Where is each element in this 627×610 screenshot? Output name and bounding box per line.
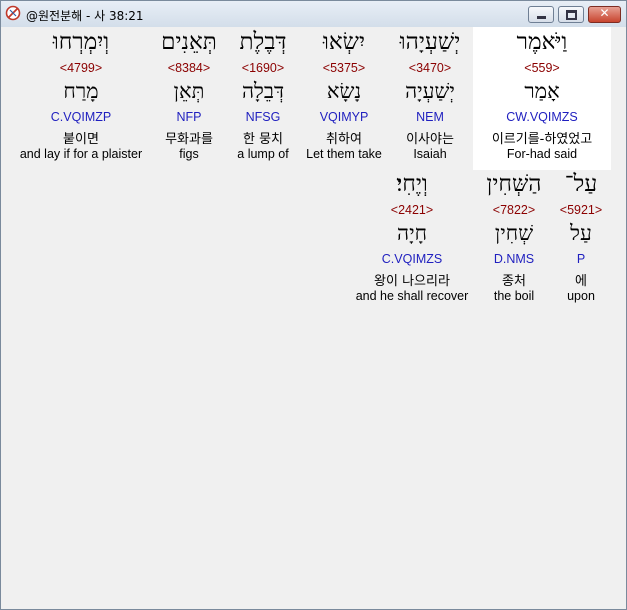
title-bar[interactable]: @원전분해 - 사 38:21 ✕ (1, 1, 626, 28)
strong-number[interactable]: <2421> (351, 203, 473, 217)
english-gloss: upon (567, 289, 595, 303)
word-block[interactable]: הַשְּׁחִין <7822> שְׁחִין D.NMS 종처 the b… (475, 169, 553, 312)
strong-number[interactable]: <8384> (153, 61, 225, 75)
close-icon: ✕ (599, 6, 610, 20)
lemma: נָשָׂא (326, 79, 362, 103)
parsing-code: P (576, 252, 586, 266)
word-block[interactable]: וַיֹּאמֶר <559> אָמַר CW.VQIMZS 이르기를-하였었… (473, 27, 611, 170)
korean-gloss: 붙이면 (63, 132, 99, 147)
lemma: מָרַח (63, 79, 99, 103)
strong-number[interactable]: <5921> (553, 203, 609, 217)
app-window: @원전분해 - 사 38:21 ✕ וַיֹּאמֶר <559> אָמַר … (0, 0, 627, 610)
parsing-code: D.NMS (493, 252, 535, 266)
strong-number[interactable]: <7822> (475, 203, 553, 217)
korean-gloss: 종처 (502, 274, 526, 289)
word-analysis-panel: וַיֹּאמֶר <559> אָמַר CW.VQIMZS 이르기를-하였었… (1, 27, 626, 609)
close-button[interactable]: ✕ (588, 6, 621, 23)
english-gloss: figs (179, 147, 199, 161)
word-block[interactable]: וְיִמְרְחוּ <4799> מָרַח C.VQIMZP 붙이면 an… (11, 27, 151, 170)
strong-number[interactable]: <3470> (387, 61, 473, 75)
lemma: דְּבֵלָה (241, 79, 285, 103)
word-block[interactable]: עַל־ <5921> עַל P 에 upon (553, 169, 609, 312)
hebrew-word: וְיֶחִי׃ (396, 171, 428, 197)
minimize-button[interactable] (528, 6, 554, 23)
word-block[interactable]: דְּבֶלֶת <1690> דְּבֵלָה NFSG 한 뭉치 a lum… (227, 27, 299, 170)
lemma: חָיָה (396, 221, 427, 245)
word-block[interactable]: תְּאֵנִים <8384> תְּאֵן NFP 무화과를 figs (153, 27, 225, 170)
word-block[interactable]: יִשְׂאוּ <5375> נָשָׂא VQIMYP 취하여 Let th… (301, 27, 387, 170)
hebrew-word: דְּבֶלֶת (239, 29, 287, 55)
english-gloss: For-had said (506, 147, 578, 161)
parsing-code: CW.VQIMZS (506, 110, 578, 124)
english-gloss: Let them take (306, 147, 382, 161)
lemma: עַל (570, 221, 592, 245)
maximize-button[interactable] (558, 6, 584, 23)
english-gloss: a lump of (237, 147, 289, 161)
parsing-code: NEM (416, 110, 444, 124)
app-logo-icon (5, 5, 21, 21)
english-gloss: the boil (493, 289, 535, 303)
korean-gloss: 이사야는 (406, 132, 454, 147)
word-block[interactable]: יְשַׁעְיָהוּ <3470> יְשַׁעְיָה NEM 이사야는 … (387, 27, 473, 170)
lemma: יְשַׁעְיָה (405, 79, 455, 103)
word-block[interactable]: וְיֶחִי׃ <2421> חָיָה C.VQIMZS 왕이 나으리라 a… (351, 169, 473, 312)
strong-number[interactable]: <559> (473, 61, 611, 75)
window-title: @원전분해 - 사 38:21 (26, 9, 144, 23)
parsing-code: NFP (176, 110, 202, 124)
hebrew-word: עַל־ (564, 171, 598, 197)
hebrew-word: תְּאֵנִים (161, 29, 217, 55)
hebrew-word: הַשְּׁחִין (486, 171, 542, 197)
korean-gloss: 한 뭉치 (242, 132, 283, 147)
strong-number[interactable]: <5375> (301, 61, 387, 75)
korean-gloss: 무화과를 (165, 132, 213, 147)
strong-number[interactable]: <1690> (227, 61, 299, 75)
english-gloss: and lay if for a plaister (19, 147, 143, 161)
parsing-code: C.VQIMZS (381, 252, 443, 266)
lemma: תְּאֵן (173, 79, 205, 103)
hebrew-word: יִשְׂאוּ (322, 29, 365, 55)
korean-gloss: 에 (575, 274, 587, 289)
minimize-icon (537, 16, 546, 19)
parsing-code: VQIMYP (319, 110, 369, 124)
english-gloss: Isaiah (413, 147, 447, 161)
hebrew-word: וַיֹּאמֶר (516, 29, 568, 55)
korean-gloss: 왕이 나으리라 (374, 274, 450, 289)
strong-number[interactable]: <4799> (11, 61, 151, 75)
parsing-code: NFSG (245, 110, 281, 124)
lemma: שְׁחִין (494, 221, 534, 245)
parsing-code: C.VQIMZP (50, 110, 112, 124)
lemma: אָמַר (524, 79, 560, 103)
korean-gloss: 이르기를-하였었고 (491, 132, 593, 147)
hebrew-word: וְיִמְרְחוּ (52, 29, 110, 55)
korean-gloss: 취하여 (326, 132, 362, 147)
english-gloss: and he shall recover (355, 289, 469, 303)
hebrew-word: יְשַׁעְיָהוּ (399, 29, 461, 55)
maximize-icon (566, 10, 577, 20)
